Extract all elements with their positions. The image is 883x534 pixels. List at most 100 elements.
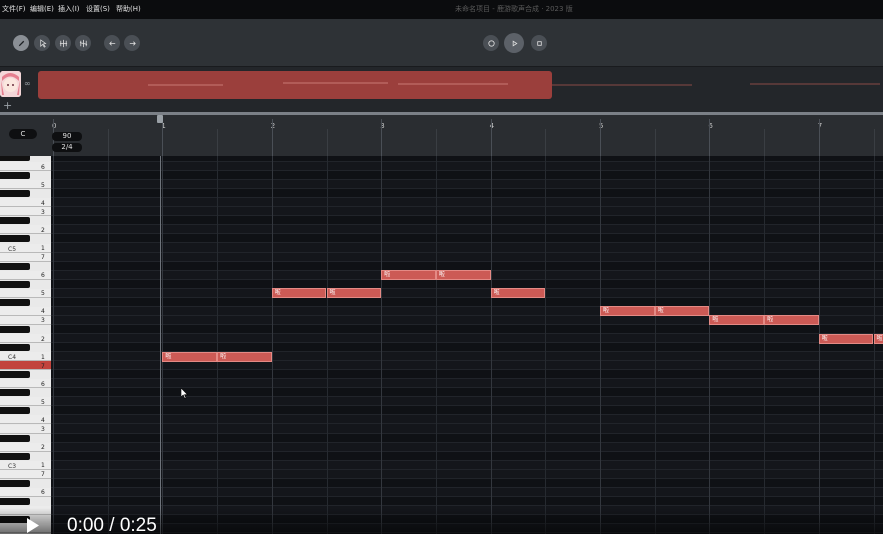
beat-line <box>435 156 437 534</box>
black-key[interactable] <box>0 156 30 161</box>
degree-label: 5 <box>41 290 45 298</box>
redo-button[interactable] <box>124 35 140 51</box>
note[interactable]: 啦 <box>162 351 218 362</box>
playhead-handle[interactable] <box>157 115 163 123</box>
note[interactable]: 啦 <box>326 288 382 299</box>
pitch-row <box>51 289 883 298</box>
black-key[interactable] <box>0 325 30 333</box>
singer-avatar[interactable] <box>0 71 21 97</box>
time-signature-field[interactable]: 2/4 <box>52 143 82 152</box>
bar-line <box>271 156 273 534</box>
ruler-tick <box>271 119 273 156</box>
pitch-row <box>51 451 883 461</box>
piano-keyboard[interactable]: 6 5 4 3 2 1 C5 7 6 5 4 3 2 1 C4 7 6 5 4 3 2 1 C3 7 6 <box>0 156 51 534</box>
pitch-row <box>51 225 883 235</box>
black-key[interactable] <box>0 497 30 505</box>
video-play-icon[interactable] <box>26 517 40 534</box>
pitch-row <box>51 198 883 208</box>
black-key[interactable] <box>0 298 30 306</box>
key-selector[interactable]: C <box>9 129 37 139</box>
black-key[interactable] <box>0 262 30 270</box>
ruler-tick <box>764 129 766 156</box>
undo-icon <box>108 40 115 46</box>
note[interactable]: 啦 <box>600 306 655 317</box>
degree-label: 1 <box>41 353 45 361</box>
pitch-row <box>51 334 883 344</box>
loop-icon <box>487 39 495 47</box>
degree-label: 4 <box>41 199 45 207</box>
loop-button[interactable] <box>483 35 499 51</box>
black-key[interactable] <box>0 389 30 397</box>
note[interactable]: 啦 <box>217 351 272 362</box>
bar-line <box>490 156 492 534</box>
black-key[interactable] <box>0 371 30 379</box>
stop-button[interactable] <box>531 35 547 51</box>
beat-line <box>326 156 328 534</box>
note[interactable]: 啦 <box>818 333 874 344</box>
undo-button[interactable] <box>104 35 120 51</box>
bar-line <box>162 156 164 534</box>
degree-label: 7 <box>41 471 45 479</box>
pitch-row <box>51 216 883 226</box>
tempo-field[interactable]: 90 <box>52 132 82 141</box>
pitch-row <box>51 370 883 380</box>
pitch-row <box>51 324 883 334</box>
black-key[interactable] <box>0 280 30 288</box>
track-loop-icon[interactable]: ∞ <box>24 79 31 88</box>
pitch-row <box>51 180 883 190</box>
note[interactable]: 啦 <box>435 270 491 281</box>
black-key[interactable] <box>0 479 30 487</box>
note[interactable]: 啦 <box>271 288 327 299</box>
menu-file[interactable]: 文件(F) <box>2 0 26 19</box>
menu-insert[interactable]: 插入(I) <box>58 0 80 19</box>
menu-edit[interactable]: 编辑(E) <box>30 0 54 19</box>
play-button[interactable] <box>504 33 524 53</box>
timeline-ruler[interactable]: 01234567 <box>51 115 883 156</box>
black-key[interactable] <box>0 190 30 198</box>
track-overview-line <box>552 83 880 86</box>
menu-settings[interactable]: 设置(S) <box>86 0 110 19</box>
add-track-button[interactable]: + <box>3 99 12 112</box>
pitch-row <box>51 361 883 371</box>
select-tool-button[interactable] <box>34 35 50 51</box>
stop-icon <box>536 40 542 46</box>
pitch-row <box>51 189 883 199</box>
ruler-tick <box>490 119 492 156</box>
ruler-tick <box>545 129 547 156</box>
note[interactable]: 啦 <box>709 315 765 326</box>
octave-label: C5 <box>8 245 17 253</box>
editor-header-left: C <box>0 115 51 156</box>
toolbar <box>0 19 883 66</box>
track-clip[interactable] <box>38 71 552 99</box>
menu-help[interactable]: 帮助(H) <box>116 0 141 19</box>
black-key[interactable] <box>0 434 30 442</box>
pitch-tool-button[interactable] <box>75 35 91 51</box>
degree-label: 1 <box>41 245 45 252</box>
pitch-row <box>51 425 883 434</box>
pitch-row <box>51 279 883 289</box>
degree-label: 3 <box>41 317 45 325</box>
black-key[interactable] <box>0 172 30 180</box>
black-key[interactable] <box>0 452 30 460</box>
note[interactable]: 啦 <box>654 306 710 317</box>
ruler-tick <box>435 129 437 156</box>
note[interactable]: 啦 <box>873 333 883 344</box>
pitch-row <box>51 156 883 163</box>
playhead-line <box>160 156 161 534</box>
black-key[interactable] <box>0 407 30 415</box>
black-key[interactable] <box>0 217 30 225</box>
note[interactable]: 啦 <box>764 315 819 326</box>
beat-line <box>545 156 547 534</box>
ruler-tick <box>654 129 656 156</box>
pitch-row <box>51 415 883 425</box>
black-key[interactable] <box>0 344 30 352</box>
vibrato-tool-button[interactable] <box>55 35 71 51</box>
pitch-row <box>51 496 883 506</box>
note[interactable]: 啦 <box>381 270 436 281</box>
bar-line <box>600 156 601 534</box>
pencil-tool-button[interactable] <box>13 35 29 51</box>
ruler-tick <box>873 129 875 156</box>
note[interactable]: 啦 <box>490 288 546 299</box>
piano-roll-grid[interactable]: 啦啦啦啦啦啦啦啦啦啦啦啦啦 <box>51 156 883 534</box>
black-key[interactable] <box>0 235 30 243</box>
